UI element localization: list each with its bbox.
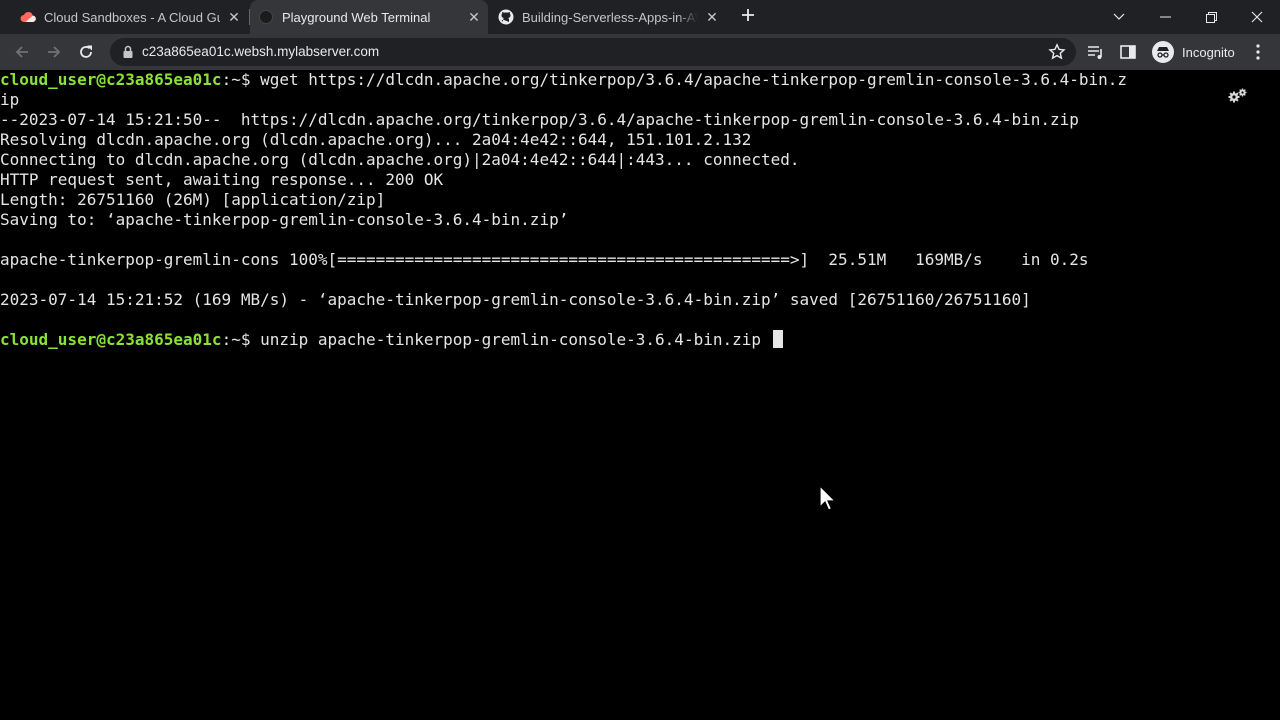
media-queue-icon[interactable] (1086, 42, 1106, 62)
terminal-output-line: --2023-07-14 15:21:50-- https://dlcdn.ap… (0, 110, 1079, 129)
reload-button[interactable] (74, 40, 98, 64)
tab-title: Playground Web Terminal (282, 9, 431, 25)
tab-title: Building-Serverless-Apps-in-AWS (522, 9, 698, 25)
browser-toolbar: c23a865ea01c.websh.mylabserver.com Incog… (0, 34, 1280, 70)
prompt-suffix: :~$ (221, 330, 261, 349)
terminal-output-line: Connecting to dlcdn.apache.org (dlcdn.ap… (0, 150, 800, 169)
terminal-window[interactable]: cloud_user@c23a865ea01c:~$ wget https://… (0, 70, 1280, 720)
tab-github-repo[interactable]: Building-Serverless-Apps-in-AWS ✕ (490, 0, 726, 34)
terminal-prompt: cloud_user@c23a865ea01c (0, 70, 222, 89)
github-icon (498, 9, 514, 25)
terminal-command-line: cloud_user@c23a865ea01c:~$ wget https://… (0, 70, 1127, 90)
acg-cloud-icon (20, 9, 36, 25)
terminal-output-line: 2023-07-14 15:21:52 (169 MB/s) - ‘apache… (0, 290, 1031, 309)
side-panel-icon[interactable] (1118, 42, 1138, 62)
address-bar[interactable]: c23a865ea01c.websh.mylabserver.com (110, 38, 1076, 66)
terminal-settings-gears-icon[interactable] (1228, 88, 1248, 104)
terminal-icon (258, 9, 274, 25)
new-tab-button[interactable] (737, 6, 759, 28)
command-text: wget https://dlcdn.apache.org/tinkerpop/… (260, 70, 1128, 89)
terminal-output-line: Resolving dlcdn.apache.org (dlcdn.apache… (0, 130, 752, 149)
tab-search-chevron-down-icon[interactable] (1096, 0, 1142, 34)
tab-playground-web-terminal[interactable]: Playground Web Terminal ✕ (250, 0, 488, 34)
minimize-window-button[interactable] (1142, 0, 1188, 34)
close-window-button[interactable] (1234, 0, 1280, 34)
profile-label: Incognito (1182, 44, 1235, 60)
prompt-suffix: :~$ (221, 70, 261, 89)
terminal-output-line: Saving to: ‘apache-tinkerpop-gremlin-con… (0, 210, 569, 229)
tab-strip: Cloud Sandboxes - A Cloud Guru ✕ Playgro… (0, 0, 1280, 34)
mouse-pointer-icon (818, 484, 838, 514)
terminal-prompt: cloud_user@c23a865ea01c (0, 330, 222, 349)
terminal-output-line: Length: 26751160 (26M) [application/zip] (0, 190, 386, 209)
command-text: unzip apache-tinkerpop-gremlin-console-3… (260, 330, 771, 349)
forward-button[interactable] (42, 40, 66, 64)
close-tab-icon[interactable]: ✕ (466, 9, 482, 25)
incognito-profile-button[interactable]: Incognito (1146, 38, 1241, 66)
bookmark-star-icon[interactable] (1048, 43, 1066, 61)
tab-cloud-sandboxes[interactable]: Cloud Sandboxes - A Cloud Guru ✕ (12, 0, 248, 34)
back-button[interactable] (10, 40, 34, 64)
terminal-cursor (772, 330, 783, 348)
url-text: c23a865ea01c.websh.mylabserver.com (142, 44, 380, 59)
more-menu-icon[interactable] (1248, 42, 1268, 62)
close-tab-icon[interactable]: ✕ (704, 9, 720, 25)
command-wrap-line: ip (0, 90, 20, 109)
restore-window-button[interactable] (1188, 0, 1234, 34)
terminal-command-line: cloud_user@c23a865ea01c:~$ unzip apache-… (0, 330, 783, 350)
close-tab-icon[interactable]: ✕ (226, 9, 242, 25)
download-progress-line: apache-tinkerpop-gremlin-cons 100%[=====… (0, 250, 1089, 269)
lock-icon[interactable] (120, 44, 136, 60)
incognito-icon (1152, 41, 1174, 63)
tab-title: Cloud Sandboxes - A Cloud Guru (44, 9, 220, 25)
terminal-output-line: HTTP request sent, awaiting response... … (0, 170, 444, 189)
